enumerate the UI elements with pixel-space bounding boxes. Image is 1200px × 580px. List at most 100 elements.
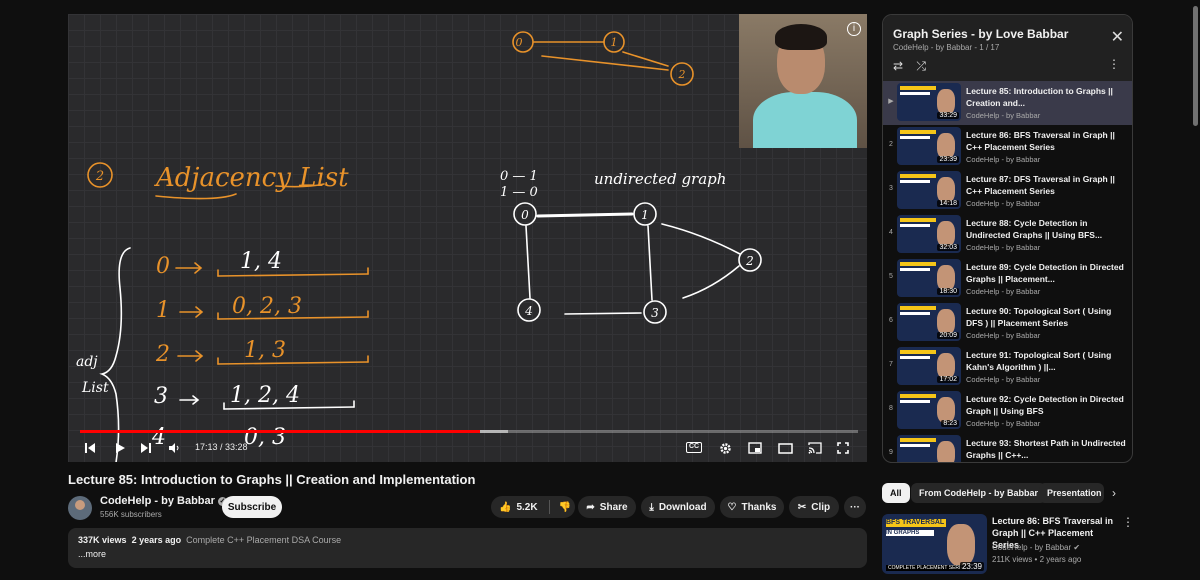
cast-icon[interactable]: [806, 436, 824, 460]
playlist-item-channel[interactable]: CodeHelp - by Babbar: [966, 287, 1040, 296]
playlist-item-channel[interactable]: CodeHelp - by Babbar: [966, 243, 1040, 252]
playlist-item[interactable]: 7 17:02 Lecture 91: Topological Sort ( Usi…: [883, 345, 1132, 389]
fullscreen-icon[interactable]: [834, 436, 852, 460]
settings-gear-icon[interactable]: [716, 436, 734, 460]
playlist-item[interactable]: 9 19:52Lecture 93: Shortest Path in Undir…: [883, 433, 1132, 462]
video-title: Lecture 85: Introduction to Graphs || Cr…: [68, 472, 476, 487]
playlist-controls: ⇄ ⤮: [893, 59, 926, 74]
row-0-node: 0: [156, 254, 170, 279]
download-icon: ⤓: [649, 501, 654, 513]
theater-mode-icon[interactable]: [776, 436, 794, 460]
playlist-item-title[interactable]: Lecture 85: Introduction to Graphs || Cr…: [966, 85, 1126, 109]
player-controls: 17:13 / 33:28 CC: [68, 436, 867, 462]
thanks-icon: ♡: [727, 501, 737, 513]
recommended-meta: 211K views • 2 years ago: [992, 555, 1082, 564]
more-actions-button[interactable]: ···: [844, 496, 866, 518]
channel-name[interactable]: CodeHelp - by Babbar ✓: [100, 495, 227, 507]
playlist-item-channel[interactable]: CodeHelp - by Babbar: [966, 419, 1040, 428]
channel-avatar[interactable]: [68, 496, 92, 520]
clip-button[interactable]: ✂ Clip: [789, 496, 839, 518]
download-button[interactable]: ⤓ Download: [641, 496, 715, 518]
loop-icon[interactable]: ⇄: [893, 59, 903, 73]
top-node-2-label: 2: [678, 68, 686, 81]
recommended-more-icon[interactable]: ⋮: [1122, 515, 1134, 529]
dislike-icon[interactable]: 👎: [559, 502, 571, 513]
playlist-item-channel[interactable]: CodeHelp - by Babbar: [966, 375, 1040, 384]
recommended-channel[interactable]: CodeHelp - by Babbar ✔: [992, 543, 1080, 552]
thanks-button[interactable]: ♡ Thanks: [720, 496, 784, 518]
thumb-text-2: IN GRAPHS: [886, 530, 920, 536]
recommended-channel-text[interactable]: CodeHelp - by Babbar: [992, 543, 1071, 552]
edge-note-1: 0 — 1: [500, 169, 538, 184]
chevron-right-icon[interactable]: ›: [1112, 486, 1116, 500]
playlist-item-thumbnail[interactable]: 17:02: [897, 347, 961, 385]
playlist-item[interactable]: 2 23:39 Lecture 86: BFS Traversal in Graph…: [883, 125, 1132, 169]
page-scrollbar[interactable]: [1191, 0, 1200, 580]
playlist-item-channel[interactable]: CodeHelp - by Babbar: [966, 155, 1040, 164]
description-box[interactable]: 337K views 2 years ago Complete C++ Plac…: [68, 528, 867, 568]
subscriber-count: 556K subscribers: [100, 510, 162, 519]
playlist-item-channel[interactable]: CodeHelp - by Babbar: [966, 199, 1040, 208]
playlist-item-thumbnail[interactable]: 18:30: [897, 259, 961, 297]
video-player[interactable]: 0 1 2 2 Adjacency List 0 1, 4 1 0, 2, 3 …: [68, 14, 867, 462]
playlist-item-title[interactable]: Lecture 87: DFS Traversal in Graph || C+…: [966, 173, 1126, 197]
chip-all[interactable]: All: [882, 483, 910, 503]
playlist-item-title[interactable]: Lecture 88: Cycle Detection in Undirecte…: [966, 217, 1126, 241]
playlist-item-title[interactable]: Lecture 91: Topological Sort ( Using Kah…: [966, 349, 1126, 373]
verified-icon: ✔: [1073, 543, 1081, 552]
playlist-item-title[interactable]: Lecture 86: BFS Traversal in Graph || C+…: [966, 129, 1126, 153]
playlist-item-title[interactable]: Lecture 89: Cycle Detection in Directed …: [966, 261, 1126, 285]
chip-from-channel[interactable]: From CodeHelp - by Babbar: [911, 483, 1047, 503]
graph-edge-3-2: [682, 265, 740, 299]
description-more[interactable]: ...more: [78, 549, 857, 559]
graph-edge-0-4: [525, 225, 531, 299]
playlist-item-title[interactable]: Lecture 93: Shortest Path in Undirected …: [966, 437, 1126, 461]
like-count[interactable]: 5.2K: [516, 502, 537, 513]
playlist-item-channel[interactable]: CodeHelp - by Babbar: [966, 331, 1040, 340]
playlist-item-channel[interactable]: CodeHelp - by Babbar: [966, 111, 1040, 120]
playlist-item-title[interactable]: Lecture 92: Cycle Detection in Directed …: [966, 393, 1126, 417]
progress-bar[interactable]: [80, 430, 858, 433]
previous-icon[interactable]: [82, 436, 98, 460]
playlist-item-thumbnail[interactable]: 19:52: [897, 435, 961, 462]
miniplayer-icon[interactable]: [746, 436, 764, 460]
playlist-item[interactable]: 8 8:23 Lecture 92: Cycle Detection in Dire…: [883, 389, 1132, 433]
graph-edge-1-3: [647, 225, 653, 301]
playlist-item[interactable]: 6 20:09 Lecture 90: Topological Sort ( Usi…: [883, 301, 1132, 345]
close-icon[interactable]: ✕: [1111, 27, 1124, 47]
playlist-item-title[interactable]: Lecture 90: Topological Sort ( Using DFS…: [966, 305, 1126, 329]
play-icon[interactable]: [112, 436, 128, 460]
webcam-overlay: i: [739, 14, 867, 148]
upload-age: 2 years ago: [131, 535, 182, 545]
recommended-thumbnail[interactable]: BFS TRAVERSAL IN GRAPHS COMPLETE PLACEME…: [882, 514, 987, 574]
playlist-item-index: 8: [889, 405, 893, 412]
playlist-item[interactable]: ▶ 33:29 Lecture 85: Introduction to Graphs…: [883, 81, 1132, 125]
playlist-item-thumbnail[interactable]: 14:18: [897, 171, 961, 209]
next-icon[interactable]: [138, 436, 154, 460]
playlist-item-thumbnail[interactable]: 33:29: [897, 83, 961, 121]
share-button[interactable]: ➦ Share: [578, 496, 636, 518]
playlist-item-index: 6: [889, 317, 893, 324]
top-node-0-label: 0: [516, 36, 523, 49]
playlist-item-thumbnail[interactable]: 23:39: [897, 127, 961, 165]
playlist-item[interactable]: 5 18:30 Lecture 89: Cycle Detection in Dir…: [883, 257, 1132, 301]
captions-icon[interactable]: CC: [686, 442, 702, 453]
shuffle-icon[interactable]: ⤮: [916, 59, 926, 73]
channel-name-text[interactable]: CodeHelp - by Babbar: [100, 495, 215, 507]
row-3-node: 3: [154, 384, 168, 409]
playlist-item-thumbnail[interactable]: 8:23: [897, 391, 961, 429]
like-icon[interactable]: 👍: [499, 502, 511, 513]
volume-icon[interactable]: [166, 436, 182, 460]
playlist-item[interactable]: 4 32:03 Lecture 88: Cycle Detection in Und…: [883, 213, 1132, 257]
playlist-item-thumbnail[interactable]: 32:03: [897, 215, 961, 253]
playlist-more-icon[interactable]: ⋮: [1108, 57, 1120, 71]
graph-edge-0-1: [536, 212, 634, 218]
subscribe-button[interactable]: Subscribe: [222, 496, 282, 518]
like-divider: [548, 500, 550, 514]
playlist-item[interactable]: 3 14:18 Lecture 87: DFS Traversal in Graph…: [883, 169, 1132, 213]
course-tag[interactable]: Complete C++ Placement DSA Course: [186, 535, 341, 545]
info-icon[interactable]: i: [847, 22, 861, 36]
playlist-title[interactable]: Graph Series - by Love Babbar: [893, 27, 1068, 41]
chip-presentation[interactable]: Presentation: [1039, 483, 1104, 503]
playlist-item-thumbnail[interactable]: 20:09: [897, 303, 961, 341]
